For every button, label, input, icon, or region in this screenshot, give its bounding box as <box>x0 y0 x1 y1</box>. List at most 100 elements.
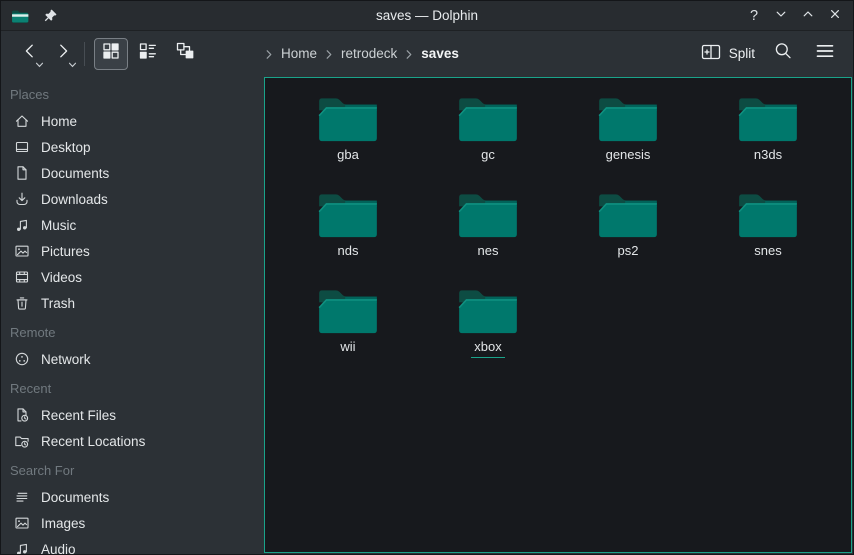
sidebar-item-recent-locations[interactable]: Recent Locations <box>1 428 264 454</box>
sidebar-item-documents[interactable]: Documents <box>1 484 264 510</box>
recent-file-icon <box>14 407 30 423</box>
sidebar-item-label: Downloads <box>41 192 108 207</box>
folder-label: snes <box>754 243 781 259</box>
main-area: PlacesHomeDesktopDocumentsDownloadsMusic… <box>1 76 853 554</box>
pin-icon <box>43 8 58 23</box>
split-button[interactable]: Split <box>700 41 755 66</box>
search-icon <box>772 40 794 67</box>
details-view-button[interactable] <box>131 38 165 70</box>
folder-icon <box>457 190 519 240</box>
sidebar-section-search-for: Search ForDocuments Images Audio <box>1 458 264 554</box>
icons-view-button[interactable] <box>94 38 128 70</box>
folder-ps2[interactable]: ps2 <box>558 187 698 283</box>
sidebar-item-label: Videos <box>41 270 82 285</box>
sidebar-item-home[interactable]: Home <box>1 108 264 134</box>
section-title: Search For <box>1 458 264 484</box>
close-button[interactable] <box>825 6 845 26</box>
sidebar-item-label: Music <box>41 218 76 233</box>
sidebar-item-label: Images <box>41 516 85 531</box>
breadcrumb-chevron-icon <box>265 49 273 60</box>
forward-button[interactable] <box>46 38 79 70</box>
places-panel: PlacesHomeDesktopDocumentsDownloadsMusic… <box>1 76 264 554</box>
home-icon <box>14 113 30 129</box>
folder-icon <box>737 94 799 144</box>
window-title: saves — Dolphin <box>1 8 853 23</box>
folder-view[interactable]: gba gc genesis n3ds nds nes ps2 snes wii xbox <box>264 77 852 553</box>
folder-label: gc <box>481 147 495 163</box>
minimize-button[interactable] <box>771 6 791 26</box>
folder-n3ds[interactable]: n3ds <box>698 91 838 187</box>
breadcrumb-item-home[interactable]: Home <box>280 44 318 63</box>
maximize-button[interactable] <box>798 6 818 26</box>
folder-wii[interactable]: wii <box>278 283 418 379</box>
tree-view-icon <box>174 40 196 67</box>
folder-genesis[interactable]: genesis <box>558 91 698 187</box>
menu-button[interactable] <box>811 40 839 68</box>
help-button[interactable]: ? <box>744 6 764 26</box>
sidebar-item-pictures[interactable]: Pictures <box>1 238 264 264</box>
folder-icon <box>737 190 799 240</box>
sidebar-item-downloads[interactable]: Downloads <box>1 186 264 212</box>
tree-view-button[interactable] <box>168 38 202 70</box>
toolbar: Home retrodeck saves Split <box>1 31 853 76</box>
details-view-icon <box>137 40 159 67</box>
folder-grid: gba gc genesis n3ds nds nes ps2 snes wii xbox <box>265 78 851 379</box>
sidebar-section-places: PlacesHomeDesktopDocumentsDownloadsMusic… <box>1 82 264 316</box>
section-title: Remote <box>1 320 264 346</box>
sidebar-item-documents[interactable]: Documents <box>1 160 264 186</box>
sidebar-item-label: Recent Files <box>41 408 116 423</box>
breadcrumb-item-saves[interactable]: saves <box>420 44 460 63</box>
sidebar-item-label: Recent Locations <box>41 434 145 449</box>
folder-icon <box>317 286 379 336</box>
video-icon <box>14 269 30 285</box>
document-icon <box>14 165 30 181</box>
folder-icon <box>457 94 519 144</box>
window-controls: ? <box>744 6 845 26</box>
sidebar-item-audio[interactable]: Audio <box>1 536 264 554</box>
section-title: Recent <box>1 376 264 402</box>
sidebar-item-network[interactable]: Network <box>1 346 264 372</box>
split-view-icon <box>700 41 722 66</box>
sidebar-item-label: Trash <box>41 296 75 311</box>
chevron-down-icon <box>35 62 44 68</box>
breadcrumb-chevron-icon <box>405 49 413 60</box>
back-button[interactable] <box>13 38 46 70</box>
folder-icon <box>317 94 379 144</box>
sidebar-item-label: Desktop <box>41 140 91 155</box>
chevron-down-icon <box>68 62 77 68</box>
music-icon <box>14 217 30 233</box>
folder-label: xbox <box>471 339 504 358</box>
folder-gc[interactable]: gc <box>418 91 558 187</box>
download-icon <box>14 191 30 207</box>
sidebar-item-label: Audio <box>41 542 76 555</box>
sidebar-item-desktop[interactable]: Desktop <box>1 134 264 160</box>
music-icon <box>14 541 30 554</box>
sidebar-section-recent: Recent Recent Files Recent Locations <box>1 376 264 454</box>
sidebar-item-videos[interactable]: Videos <box>1 264 264 290</box>
view-mode-buttons <box>94 38 205 70</box>
icons-view-icon <box>100 40 122 67</box>
chevron-up-icon <box>800 6 816 26</box>
folder-label: n3ds <box>754 147 782 163</box>
breadcrumb-item-retrodeck[interactable]: retrodeck <box>340 44 398 63</box>
search-button[interactable] <box>769 40 797 68</box>
sidebar-item-recent-files[interactable]: Recent Files <box>1 402 264 428</box>
folder-label: ps2 <box>618 243 639 259</box>
split-button-label: Split <box>729 46 755 61</box>
folder-label: nds <box>338 243 359 259</box>
folder-xbox[interactable]: xbox <box>418 283 558 379</box>
sidebar-item-images[interactable]: Images <box>1 510 264 536</box>
trash-icon <box>14 295 30 311</box>
dolphin-window: saves — Dolphin ? Home retrodeck saves Spl… <box>0 0 854 555</box>
folder-label: genesis <box>606 147 651 163</box>
sidebar-item-trash[interactable]: Trash <box>1 290 264 316</box>
help-icon: ? <box>750 8 758 24</box>
folder-gba[interactable]: gba <box>278 91 418 187</box>
folder-label: nes <box>478 243 499 259</box>
sidebar-item-music[interactable]: Music <box>1 212 264 238</box>
folder-snes[interactable]: snes <box>698 187 838 283</box>
folder-nes[interactable]: nes <box>418 187 558 283</box>
toolbar-right: Split <box>700 40 841 68</box>
folder-nds[interactable]: nds <box>278 187 418 283</box>
breadcrumb: Home retrodeck saves <box>265 31 460 76</box>
